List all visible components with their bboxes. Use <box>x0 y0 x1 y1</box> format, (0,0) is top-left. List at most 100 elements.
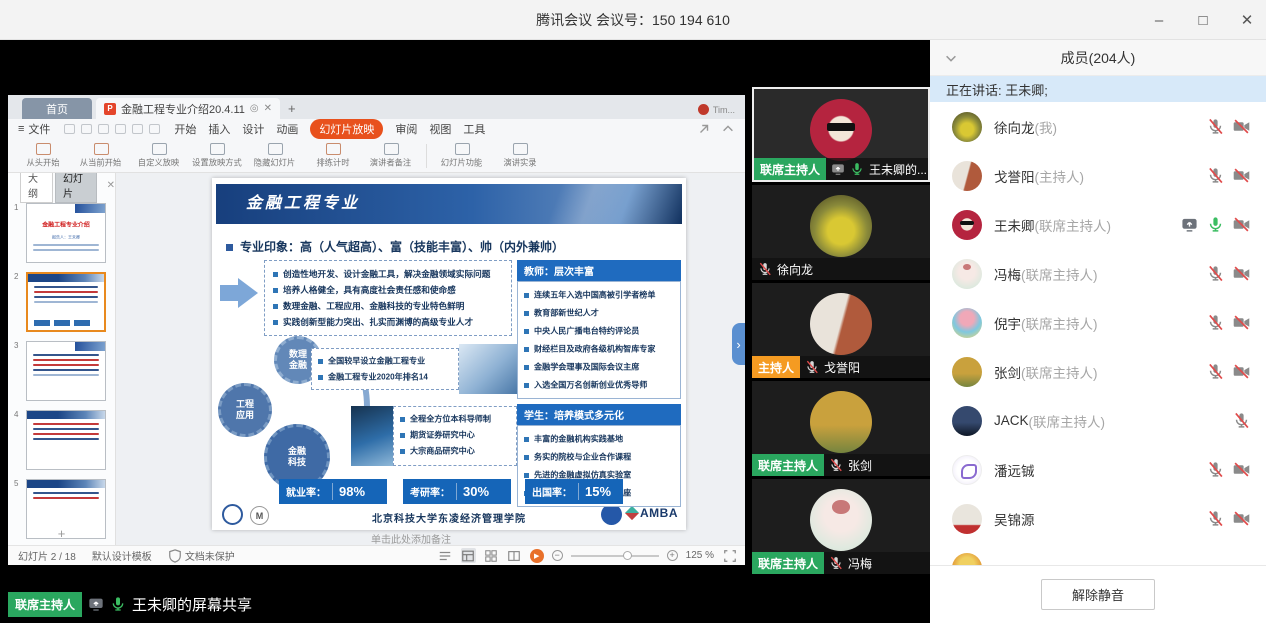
menu-view[interactable]: 视图 <box>429 121 451 137</box>
panel-expander-arrow[interactable]: › <box>732 323 745 365</box>
zoom-slider-handle[interactable] <box>623 551 632 560</box>
play-from-current-button[interactable]: 从当前开始 <box>72 143 130 169</box>
slide-thumbnail-3[interactable] <box>26 341 106 401</box>
slideshow-play-button[interactable]: ▶ <box>530 549 544 563</box>
screen-share-icon[interactable] <box>1181 216 1198 233</box>
slide-thumbnail-5[interactable] <box>26 479 106 539</box>
camera-off-icon[interactable] <box>1233 118 1250 135</box>
mic-muted-icon[interactable] <box>1207 118 1224 135</box>
member-row[interactable]: 倪宇(联席主持人) <box>930 298 1266 347</box>
wps-home-tab[interactable]: 首页 <box>22 98 92 119</box>
tab-slides[interactable]: 幻灯片 <box>55 173 97 203</box>
presentation-file-icon: P <box>104 103 116 115</box>
slide-tools-button[interactable]: 幻灯片功能 <box>433 143 491 169</box>
menu-slideshow[interactable]: 幻灯片放映 <box>310 119 383 139</box>
undo-icon[interactable] <box>132 124 143 134</box>
camera-off-icon[interactable] <box>1233 216 1250 233</box>
current-slide[interactable]: 金融工程专业 专业印象：高（人气超高）、富（技能丰富）、帅（内外兼帅） 创造性地… <box>212 178 686 530</box>
panel-tabs: 大纲 幻灯片 ✕ <box>8 173 115 197</box>
aacsb-logo-icon <box>601 504 622 525</box>
share-doc-icon[interactable] <box>697 122 711 136</box>
wps-account[interactable]: Tim... <box>698 104 735 115</box>
zoom-out-button[interactable]: − <box>552 550 563 561</box>
minimize-button[interactable]: – <box>1150 12 1168 29</box>
mic-muted-icon[interactable] <box>1207 510 1224 527</box>
save-icon[interactable] <box>81 124 92 134</box>
camera-off-icon[interactable] <box>1233 510 1250 527</box>
reading-view-icon[interactable] <box>507 548 522 563</box>
mic-muted-icon[interactable] <box>1207 363 1224 380</box>
close-tab-icon[interactable]: ✕ <box>264 103 272 114</box>
mic-on-icon <box>850 162 864 176</box>
menu-file[interactable]: ≡ 文件 <box>18 121 50 137</box>
camera-off-icon[interactable] <box>1233 265 1250 282</box>
camera-off-icon[interactable] <box>1233 314 1250 331</box>
camera-off-icon[interactable] <box>1233 167 1250 184</box>
camera-off-icon[interactable] <box>1233 461 1250 478</box>
normal-view-icon[interactable] <box>461 548 476 563</box>
slide-sorter-icon[interactable] <box>484 548 499 563</box>
member-row[interactable]: 冯梅(联席主持人) <box>930 249 1266 298</box>
setup-show-button[interactable]: 设置放映方式 <box>188 143 246 169</box>
video-tile-fengmei[interactable]: 联席主持人 冯梅 <box>752 479 930 574</box>
lecture-record-button[interactable]: 演讲实录 <box>491 143 549 169</box>
video-tile-wangweiqing[interactable]: 联席主持人 王未卿的... <box>752 87 930 182</box>
menu-animation[interactable]: 动画 <box>276 121 298 137</box>
zoom-slider[interactable] <box>571 555 659 557</box>
member-row[interactable]: 王未卿(联席主持人) <box>930 200 1266 249</box>
custom-show-button[interactable]: 自定义放映 <box>130 143 188 169</box>
print-preview-icon[interactable] <box>115 124 126 134</box>
unmute-button[interactable]: 解除静音 <box>1041 579 1155 610</box>
maximize-button[interactable]: □ <box>1194 12 1212 29</box>
slide-thumbnail-4[interactable] <box>26 410 106 470</box>
cohost-badge: 联席主持人 <box>754 158 826 180</box>
play-from-beginning-button[interactable]: 从头开始 <box>14 143 72 169</box>
member-row[interactable]: 戈誉阳(主持人) <box>930 151 1266 200</box>
collapse-ribbon-icon[interactable] <box>721 122 735 136</box>
speaker-notes-button[interactable]: 演讲者备注 <box>362 143 420 169</box>
mic-muted-icon[interactable] <box>1233 412 1250 429</box>
tab-outline[interactable]: 大纲 <box>20 173 53 203</box>
print-icon[interactable] <box>98 124 109 134</box>
camera-off-icon[interactable] <box>1233 363 1250 380</box>
menu-tools[interactable]: 工具 <box>463 121 485 137</box>
menu-home[interactable]: 开始 <box>174 121 196 137</box>
collapse-panel-icon[interactable] <box>944 51 958 65</box>
mic-muted-icon[interactable] <box>1207 314 1224 331</box>
notes-toggle-icon[interactable] <box>438 548 453 563</box>
hide-slide-button[interactable]: 隐藏幻灯片 <box>246 143 304 169</box>
open-icon[interactable] <box>64 124 75 134</box>
video-tile-geyuyang[interactable]: 主持人 戈誉阳 <box>752 283 930 378</box>
video-tile-xuxianglong[interactable]: 徐向龙 <box>752 185 930 280</box>
redo-icon[interactable] <box>149 124 160 134</box>
member-row[interactable]: 潘远铖 <box>930 445 1266 494</box>
pin-tab-icon[interactable]: ◎ <box>250 103 259 114</box>
rehearse-timings-button[interactable]: 排练计时 <box>304 143 362 169</box>
zoom-in-button[interactable]: + <box>667 550 678 561</box>
menu-design[interactable]: 设计 <box>242 121 264 137</box>
menu-review[interactable]: 审阅 <box>395 121 417 137</box>
close-panel-icon[interactable]: ✕ <box>107 180 115 191</box>
member-row[interactable]: 张剑(联席主持人) <box>930 347 1266 396</box>
mic-muted-icon[interactable] <box>1207 265 1224 282</box>
member-row[interactable]: 吴锦源 <box>930 494 1266 543</box>
slide-thumbnail-2-current[interactable] <box>26 272 106 332</box>
member-row[interactable]: 徐向龙(我) <box>930 102 1266 151</box>
video-tile-zhangjian[interactable]: 联席主持人 张剑 <box>752 381 930 476</box>
new-slide-button[interactable]: + <box>58 526 66 541</box>
close-button[interactable]: ✕ <box>1238 11 1256 29</box>
mic-muted-icon[interactable] <box>1207 167 1224 184</box>
design-template[interactable]: 默认设计模板 <box>92 548 152 563</box>
new-tab-button[interactable]: + <box>288 101 296 116</box>
member-row[interactable]: JACK(联席主持人) <box>930 396 1266 445</box>
mic-muted-icon[interactable] <box>1207 461 1224 478</box>
slide-thumbnail-1[interactable]: 金融工程专业介绍 报告人：王未卿 <box>26 203 106 263</box>
member-row-partial[interactable] <box>930 543 1266 565</box>
notes-placeholder[interactable]: 单击此处添加备注 <box>371 531 451 546</box>
menu-insert[interactable]: 插入 <box>208 121 230 137</box>
document-protection[interactable]: 文档未保护 <box>168 548 235 563</box>
mic-muted-icon <box>829 556 843 570</box>
mic-on-icon[interactable] <box>1207 216 1224 233</box>
fullscreen-icon[interactable] <box>722 548 737 563</box>
wps-document-tab[interactable]: P 金融工程专业介绍20.4.11 ◎ ✕ <box>96 98 280 119</box>
